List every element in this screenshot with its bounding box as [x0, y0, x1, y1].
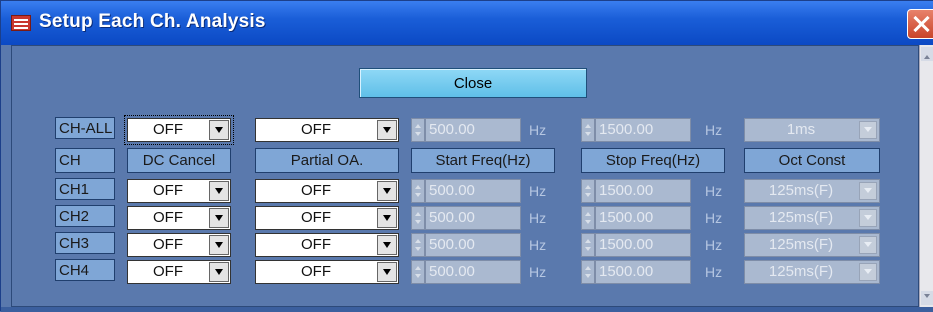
ch-all-partial-oa-select[interactable]: OFF	[255, 118, 399, 142]
ch4-stop-freq-spinner-icon[interactable]	[581, 260, 595, 284]
ch1-stop-freq-spinner-icon[interactable]	[581, 179, 595, 203]
ch2-start-freq-field[interactable]: 500.00	[425, 206, 521, 230]
ch2-dc-cancel-select[interactable]: OFF	[127, 206, 231, 230]
chevron-down-icon[interactable]	[377, 235, 397, 255]
chevron-down-icon[interactable]	[209, 262, 229, 282]
ch3-start-freq-spinner-icon[interactable]	[411, 233, 425, 257]
ch2-start-freq-spinner-icon[interactable]	[411, 206, 425, 230]
ch3-dc-cancel-value: OFF	[153, 236, 183, 253]
title-bar[interactable]: Setup Each Ch. Analysis	[1, 1, 933, 45]
ch1-partial-oa-select[interactable]: OFF	[255, 179, 399, 203]
ch-all-dc-cancel-value: OFF	[153, 121, 183, 138]
ch-all-start-freq-spinner-icon[interactable]	[411, 118, 425, 142]
chevron-down-icon[interactable]	[859, 263, 877, 281]
ch2-oct-const-value: 125ms(F)	[768, 209, 834, 226]
ch3-stop-freq-spinner-icon[interactable]	[581, 233, 595, 257]
ch3-stop-unit: Hz	[705, 237, 723, 253]
scroll-up-icon[interactable]	[921, 47, 933, 61]
partial-oa-header: Partial OA.	[255, 148, 399, 173]
window-title: Setup Each Ch. Analysis	[39, 11, 266, 32]
stop-freq-header: Stop Freq(Hz)	[581, 148, 725, 173]
chevron-down-icon[interactable]	[377, 262, 397, 282]
ch-all-label: CH-ALL	[55, 117, 115, 139]
ch1-label: CH1	[55, 178, 115, 200]
vertical-scrollbar[interactable]	[919, 45, 933, 307]
ch-all-stop-freq-spinner-icon[interactable]	[581, 118, 595, 142]
ch1-partial-oa-value: OFF	[301, 182, 331, 199]
chevron-down-icon[interactable]	[859, 236, 877, 254]
ch4-oct-const-select[interactable]: 125ms(F)	[744, 260, 880, 284]
ch-column-header: CH	[55, 148, 115, 173]
ch1-start-freq-field[interactable]: 500.00	[425, 179, 521, 203]
ch4-oct-const-value: 125ms(F)	[768, 263, 834, 280]
ch1-dc-cancel-value: OFF	[153, 182, 183, 199]
ch4-label: CH4	[55, 259, 115, 281]
ch4-dc-cancel-select[interactable]: OFF	[127, 260, 231, 284]
chevron-down-icon[interactable]	[377, 120, 397, 140]
window-bottom-edge	[1, 307, 933, 312]
ch4-dc-cancel-value: OFF	[153, 263, 183, 280]
ch-all-stop-freq-field[interactable]: 1500.00	[595, 118, 691, 142]
ch4-start-freq-field[interactable]: 500.00	[425, 260, 521, 284]
ch3-oct-const-select[interactable]: 125ms(F)	[744, 233, 880, 257]
ch-all-oct-const-value: 1ms	[786, 121, 816, 138]
ch1-stop-freq-field[interactable]: 1500.00	[595, 179, 691, 203]
ch2-start-unit: Hz	[529, 210, 547, 226]
ch3-start-unit: Hz	[529, 237, 547, 253]
chevron-down-icon[interactable]	[859, 121, 877, 139]
chevron-down-icon[interactable]	[377, 208, 397, 228]
chevron-down-icon[interactable]	[209, 181, 229, 201]
chevron-down-icon[interactable]	[209, 235, 229, 255]
ch2-dc-cancel-value: OFF	[153, 209, 183, 226]
ch4-stop-freq-field[interactable]: 1500.00	[595, 260, 691, 284]
ch1-dc-cancel-select[interactable]: OFF	[127, 179, 231, 203]
scroll-down-icon[interactable]	[921, 291, 933, 305]
ch1-oct-const-value: 125ms(F)	[768, 182, 834, 199]
ch1-stop-unit: Hz	[705, 183, 723, 199]
ch-all-oct-const-select[interactable]: 1ms	[744, 118, 880, 142]
close-button[interactable]: Close	[359, 68, 587, 98]
ch4-start-unit: Hz	[529, 264, 547, 280]
ch2-stop-freq-field[interactable]: 1500.00	[595, 206, 691, 230]
ch2-stop-freq-spinner-icon[interactable]	[581, 206, 595, 230]
ch4-partial-oa-select[interactable]: OFF	[255, 260, 399, 284]
ch4-partial-oa-value: OFF	[301, 263, 331, 280]
ch2-partial-oa-select[interactable]: OFF	[255, 206, 399, 230]
chevron-down-icon[interactable]	[859, 182, 877, 200]
ch1-oct-const-select[interactable]: 125ms(F)	[744, 179, 880, 203]
ch1-start-unit: Hz	[529, 183, 547, 199]
ch2-stop-unit: Hz	[705, 210, 723, 226]
chevron-down-icon[interactable]	[209, 120, 229, 140]
dc-cancel-header: DC Cancel	[127, 148, 231, 173]
ch2-label: CH2	[55, 205, 115, 227]
chevron-down-icon[interactable]	[377, 181, 397, 201]
close-x-icon[interactable]	[907, 9, 933, 39]
chevron-down-icon[interactable]	[859, 209, 877, 227]
dialog-window: Setup Each Ch. Analysis Close CH-ALL OFF…	[0, 0, 933, 312]
ch3-partial-oa-select[interactable]: OFF	[255, 233, 399, 257]
ch-all-start-freq-field[interactable]: 500.00	[425, 118, 521, 142]
app-window-icon	[11, 15, 31, 31]
ch3-dc-cancel-select[interactable]: OFF	[127, 233, 231, 257]
start-freq-header: Start Freq(Hz)	[411, 148, 555, 173]
ch4-start-freq-spinner-icon[interactable]	[411, 260, 425, 284]
ch-all-dc-cancel-select[interactable]: OFF	[124, 115, 234, 145]
ch3-start-freq-field[interactable]: 500.00	[425, 233, 521, 257]
oct-const-header: Oct Const	[744, 148, 880, 173]
chevron-down-icon[interactable]	[209, 208, 229, 228]
ch3-partial-oa-value: OFF	[301, 236, 331, 253]
ch3-label: CH3	[55, 232, 115, 254]
ch2-partial-oa-value: OFF	[301, 209, 331, 226]
ch2-oct-const-select[interactable]: 125ms(F)	[744, 206, 880, 230]
ch1-start-freq-spinner-icon[interactable]	[411, 179, 425, 203]
ch3-stop-freq-field[interactable]: 1500.00	[595, 233, 691, 257]
ch4-stop-unit: Hz	[705, 264, 723, 280]
ch-all-stop-unit: Hz	[705, 122, 723, 138]
ch-all-partial-oa-value: OFF	[301, 121, 331, 138]
ch-all-start-unit: Hz	[529, 122, 547, 138]
ch3-oct-const-value: 125ms(F)	[768, 236, 834, 253]
